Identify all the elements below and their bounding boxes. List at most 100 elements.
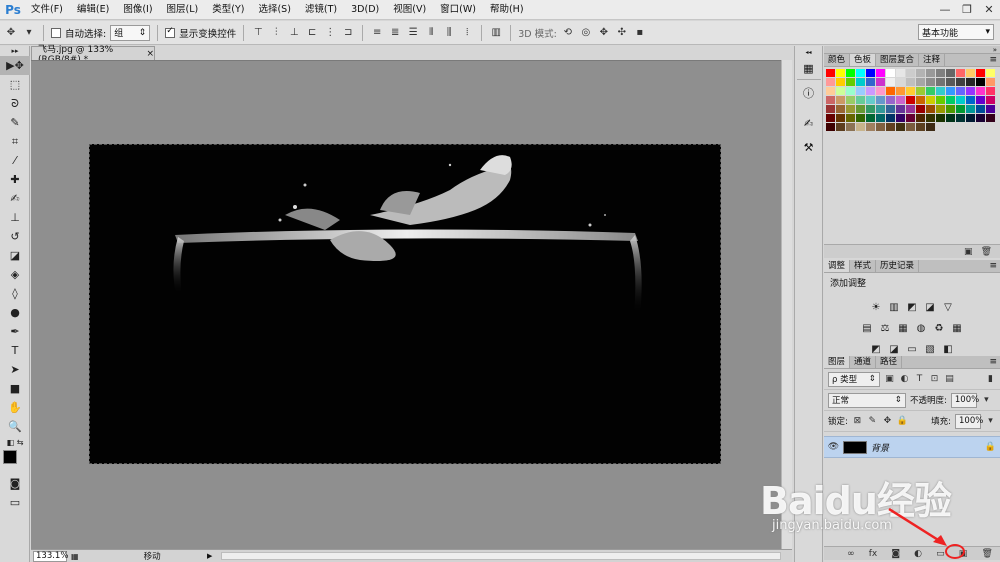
toolbox-grip[interactable]: ▸▸ xyxy=(0,46,30,56)
color-swatch[interactable] xyxy=(896,114,905,122)
menu-item[interactable]: 3D(D) xyxy=(344,0,386,20)
color-swatch[interactable] xyxy=(926,69,935,77)
chevron-down-icon[interactable]: ▾ xyxy=(985,416,996,427)
color-swatch[interactable] xyxy=(896,78,905,86)
color-swatch[interactable] xyxy=(906,69,915,77)
doc-info-icon[interactable]: ▦ xyxy=(71,552,79,561)
color-swatch[interactable] xyxy=(866,105,875,113)
brush-tool[interactable]: ✍ xyxy=(0,189,30,208)
color-swatch[interactable] xyxy=(946,96,955,104)
color-swatch[interactable] xyxy=(986,69,995,77)
color-swatch[interactable] xyxy=(896,96,905,104)
color-swatch[interactable] xyxy=(956,78,965,86)
color-swatch[interactable] xyxy=(906,78,915,86)
color-swatch[interactable] xyxy=(876,105,885,113)
color-swatch[interactable] xyxy=(866,78,875,86)
status-menu-icon[interactable]: ▶ xyxy=(207,552,212,560)
zoom-level-field[interactable]: 133.1% xyxy=(33,550,68,562)
color-swatch[interactable] xyxy=(956,87,965,95)
color-swatch[interactable] xyxy=(876,78,885,86)
minimize-button[interactable]: — xyxy=(934,0,956,20)
adjustment-icon[interactable]: ⚖ xyxy=(879,322,891,334)
auto-select-checkbox[interactable] xyxy=(51,27,61,38)
delete-layer-icon[interactable]: 🗑 xyxy=(981,549,992,559)
swap-colors-icon[interactable]: ◧ ⇆ xyxy=(0,436,30,448)
color-swatch[interactable] xyxy=(926,105,935,113)
color-swatch[interactable] xyxy=(866,114,875,122)
color-swatch[interactable] xyxy=(886,96,895,104)
color-swatch[interactable] xyxy=(856,123,865,131)
color-swatch[interactable] xyxy=(986,78,995,86)
adjustment-icon[interactable]: ♻ xyxy=(933,322,945,334)
filter-smart-icon[interactable]: ▤ xyxy=(944,374,955,385)
paint-bucket-tool[interactable]: ◈ xyxy=(0,265,30,284)
align-vcenter-icon[interactable]: ⫶ xyxy=(269,26,283,40)
menu-item[interactable]: 选择(S) xyxy=(251,0,297,20)
horizontal-scrollbar[interactable] xyxy=(221,552,781,560)
filter-shape-icon[interactable]: ⊡ xyxy=(929,374,940,385)
color-swatch[interactable] xyxy=(836,114,845,122)
distribute-top-icon[interactable]: ≡ xyxy=(370,26,384,40)
color-swatch[interactable] xyxy=(926,78,935,86)
menu-item[interactable]: 图层(L) xyxy=(160,0,206,20)
filter-pixel-icon[interactable]: ▣ xyxy=(884,374,895,385)
menu-item[interactable]: 文件(F) xyxy=(24,0,70,20)
panel-menu-icon[interactable]: ≡ xyxy=(989,356,997,369)
panel-menu-icon[interactable]: ≡ xyxy=(989,54,997,67)
color-swatch[interactable] xyxy=(886,87,895,95)
color-swatch[interactable] xyxy=(886,69,895,77)
color-swatch[interactable] xyxy=(926,114,935,122)
color-swatch[interactable] xyxy=(846,105,855,113)
lock-transparent-icon[interactable]: ⊠ xyxy=(852,416,863,427)
color-swatch[interactable] xyxy=(916,96,925,104)
panel-tab[interactable]: 注释 xyxy=(919,54,946,66)
color-swatch[interactable] xyxy=(886,78,895,86)
color-swatch[interactable] xyxy=(906,96,915,104)
color-swatch[interactable] xyxy=(866,123,875,131)
color-swatch[interactable] xyxy=(856,87,865,95)
color-swatch[interactable] xyxy=(886,114,895,122)
align-hcenter-icon[interactable]: ⋮ xyxy=(323,26,337,40)
opacity-field[interactable]: 100% xyxy=(950,392,979,408)
color-swatch[interactable] xyxy=(976,87,985,95)
layer-filter-dropdown[interactable]: ρ 类型 ⇕ xyxy=(828,371,880,387)
color-swatch[interactable] xyxy=(846,96,855,104)
restore-button[interactable]: ❐ xyxy=(956,0,978,20)
color-swatch[interactable] xyxy=(976,96,985,104)
color-swatch[interactable] xyxy=(946,69,955,77)
color-swatch[interactable] xyxy=(896,123,905,131)
panel-tab[interactable]: 颜色 xyxy=(824,54,851,66)
color-swatch[interactable] xyxy=(966,78,975,86)
filter-toggle-icon[interactable]: ▮ xyxy=(985,374,996,385)
color-swatch[interactable] xyxy=(846,114,855,122)
color-swatch[interactable] xyxy=(976,105,985,113)
layer-style-icon[interactable]: fx xyxy=(869,549,878,559)
distribute-left-icon[interactable]: ⦀ xyxy=(424,26,438,40)
menu-item[interactable]: 视图(V) xyxy=(386,0,433,20)
color-swatch[interactable] xyxy=(936,69,945,77)
color-swatch[interactable] xyxy=(916,114,925,122)
color-swatch[interactable] xyxy=(846,87,855,95)
collapse-icon[interactable]: » xyxy=(993,46,997,54)
color-swatch[interactable] xyxy=(836,69,845,77)
color-swatch[interactable] xyxy=(826,69,835,77)
distribute-vcenter-icon[interactable]: ≣ xyxy=(388,26,402,40)
info-icon[interactable]: ⓘ xyxy=(797,82,821,104)
adjustment-icon[interactable]: ▭ xyxy=(906,343,918,355)
color-swatch[interactable] xyxy=(966,96,975,104)
color-swatch[interactable] xyxy=(906,87,915,95)
filter-adjust-icon[interactable]: ◐ xyxy=(899,374,910,385)
close-button[interactable]: ✕ xyxy=(978,0,1000,20)
color-swatch[interactable] xyxy=(836,96,845,104)
color-swatch[interactable] xyxy=(826,105,835,113)
adjustment-icon[interactable]: ▧ xyxy=(924,343,936,355)
color-swatch[interactable] xyxy=(916,123,925,131)
color-swatch[interactable] xyxy=(936,96,945,104)
auto-select-dropdown[interactable]: 组 ⇕ xyxy=(110,24,151,41)
color-swatch[interactable] xyxy=(866,87,875,95)
color-swatch[interactable] xyxy=(876,69,885,77)
color-swatch[interactable] xyxy=(886,123,895,131)
document-image[interactable] xyxy=(89,144,721,464)
color-swatch[interactable] xyxy=(966,114,975,122)
color-swatch[interactable] xyxy=(956,96,965,104)
